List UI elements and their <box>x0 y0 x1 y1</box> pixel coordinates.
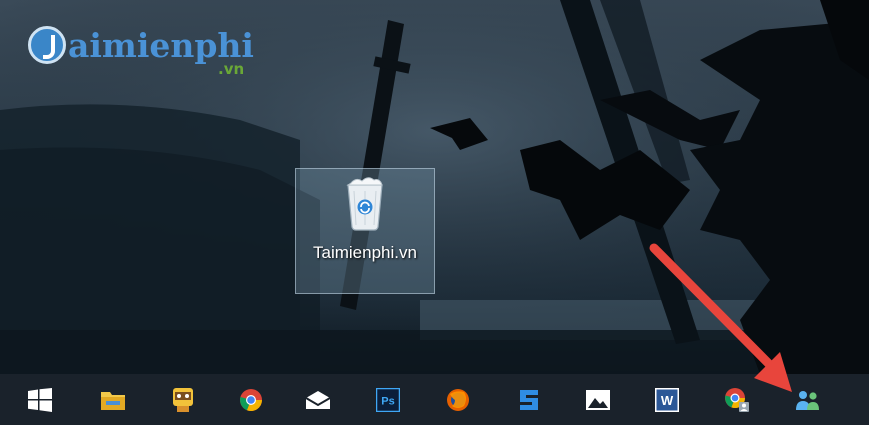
word-button[interactable]: W <box>649 382 685 418</box>
recycle-bin-label: Taimienphi.vn <box>313 243 417 262</box>
people-icon <box>796 391 819 410</box>
logo-brand-text: aimienphi <box>68 26 254 65</box>
photoshop-icon: Ps <box>376 388 400 412</box>
firefox-button[interactable] <box>440 382 476 418</box>
desktop[interactable]: aimienphi .vn Taimienphi.vn <box>0 0 869 374</box>
file-explorer-button[interactable] <box>95 382 131 418</box>
app-button[interactable] <box>165 382 201 418</box>
svg-text:Ps: Ps <box>381 396 394 408</box>
svg-text:W: W <box>661 393 674 408</box>
character-icon <box>173 388 193 412</box>
mail-envelope-icon <box>305 391 331 409</box>
recycle-bin-icon <box>346 177 383 231</box>
mail-button[interactable] <box>300 382 336 418</box>
photos-button[interactable] <box>580 382 616 418</box>
photos-icon <box>586 390 610 410</box>
word-icon: W <box>655 388 679 412</box>
logo-badge-icon <box>28 26 66 64</box>
logo-tld-text: .vn <box>218 60 245 78</box>
photoshop-button[interactable]: Ps <box>370 382 406 418</box>
firefox-icon <box>447 389 469 411</box>
desktop-icon-recycle-bin[interactable]: Taimienphi.vn <box>295 168 435 294</box>
chrome-button[interactable] <box>233 382 269 418</box>
chrome-icon <box>240 389 263 412</box>
folder-icon <box>101 392 125 410</box>
people-button[interactable] <box>790 382 826 418</box>
chrome-user-icon <box>725 388 749 412</box>
start-button[interactable] <box>22 382 58 418</box>
s-app-icon <box>520 390 538 410</box>
windows-logo-icon <box>28 388 52 412</box>
app-s-button[interactable] <box>511 382 547 418</box>
chrome-profile-button[interactable] <box>719 382 755 418</box>
watermark-logo: aimienphi .vn <box>28 22 268 88</box>
taskbar: Ps W <box>0 374 869 425</box>
